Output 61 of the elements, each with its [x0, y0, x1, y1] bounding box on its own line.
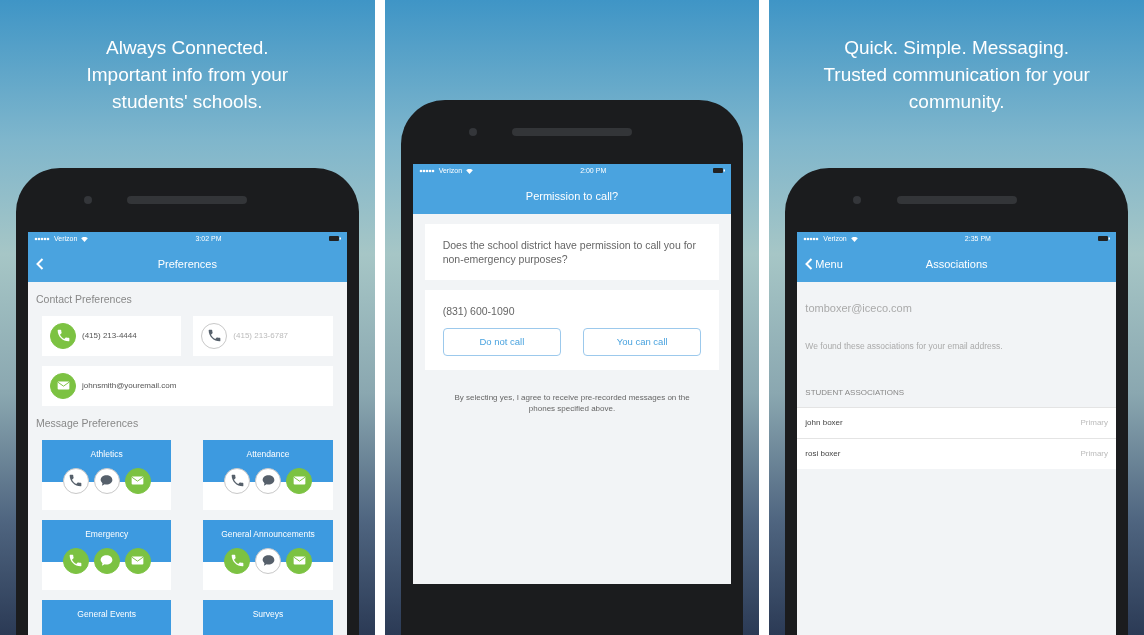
phone-contact-card[interactable]: (415) 213-4444 — [42, 315, 182, 356]
battery-icon — [713, 168, 726, 174]
call-toggle[interactable] — [50, 322, 76, 349]
battery-icon — [1098, 236, 1110, 242]
phone-icon — [69, 474, 83, 487]
back-chevron-icon — [36, 258, 44, 270]
envelope-icon — [131, 474, 145, 487]
info-text: We found these associations for your email address. — [805, 339, 1004, 353]
phone-icon — [56, 329, 70, 343]
envelope-icon — [292, 474, 306, 487]
headline-text: community. — [907, 90, 1006, 114]
signal-icon — [418, 169, 435, 173]
association-row[interactable]: john boxer Primary — [797, 406, 1116, 438]
student-name: john boxer — [805, 416, 843, 429]
phone-icon — [230, 474, 244, 487]
wifi-icon — [81, 236, 89, 242]
camera-dot — [84, 196, 92, 204]
back-chevron-icon — [805, 258, 814, 270]
wifi-icon — [466, 168, 474, 174]
section-heading: Contact Preferences — [36, 292, 133, 307]
phone-number: (831) 600-1090 — [442, 304, 516, 318]
question-text: Does the school district have permission to call you for non-emergency purposes? — [442, 238, 697, 266]
headline-text: Trusted communication for your — [822, 63, 1091, 87]
headline-text: Quick. Simple. Messaging. — [843, 36, 1071, 60]
screen-title: Associations — [925, 256, 988, 272]
phone-number: (415) 213-6787 — [233, 329, 289, 342]
email-address: johnsmith@youremail.com — [82, 379, 177, 392]
battery-icon — [328, 236, 341, 242]
speech-bubble-icon — [261, 554, 275, 567]
speech-bubble-icon — [100, 474, 114, 487]
envelope-icon — [131, 554, 145, 567]
phone-number: (415) 213-4444 — [82, 329, 137, 342]
category-title: Surveys — [203, 599, 333, 635]
headline-text: Always Connected. — [105, 36, 270, 60]
call-toggle[interactable] — [201, 322, 228, 349]
student-name: rosi boxer — [805, 447, 841, 460]
section-heading: STUDENT ASSOCIATIONS — [805, 386, 906, 399]
screen-title: Permission to call? — [525, 188, 619, 204]
role-label: Primary — [1080, 447, 1108, 460]
headline-text: Important info from your — [85, 63, 290, 87]
phone-icon — [207, 329, 221, 343]
wifi-icon — [850, 236, 858, 242]
category-title: General Events — [42, 599, 172, 635]
email-contact-card[interactable]: johnsmith@youremail.com — [42, 365, 333, 406]
signal-icon — [34, 237, 50, 241]
phone-icon — [230, 554, 244, 567]
headline-text: students' schools. — [111, 90, 264, 114]
speech-bubble-icon — [261, 474, 275, 487]
camera-dot — [853, 196, 862, 204]
speech-bubble-icon — [100, 554, 114, 567]
envelope-icon — [292, 554, 306, 567]
screen-title: Preferences — [157, 256, 217, 272]
camera-dot — [468, 128, 477, 136]
phone-icon — [69, 554, 83, 567]
association-row[interactable]: rosi boxer Primary — [797, 437, 1116, 469]
section-heading: Message Preferences — [36, 415, 140, 431]
disclaimer-text: By selecting yes, I agree to receive pre-recorded messages on the phones specified above. — [453, 392, 691, 414]
signal-icon — [803, 237, 820, 241]
role-label: Primary — [1080, 416, 1108, 429]
email-address: tomboxer@iceco.com — [805, 301, 913, 316]
email-toggle[interactable] — [50, 372, 76, 399]
